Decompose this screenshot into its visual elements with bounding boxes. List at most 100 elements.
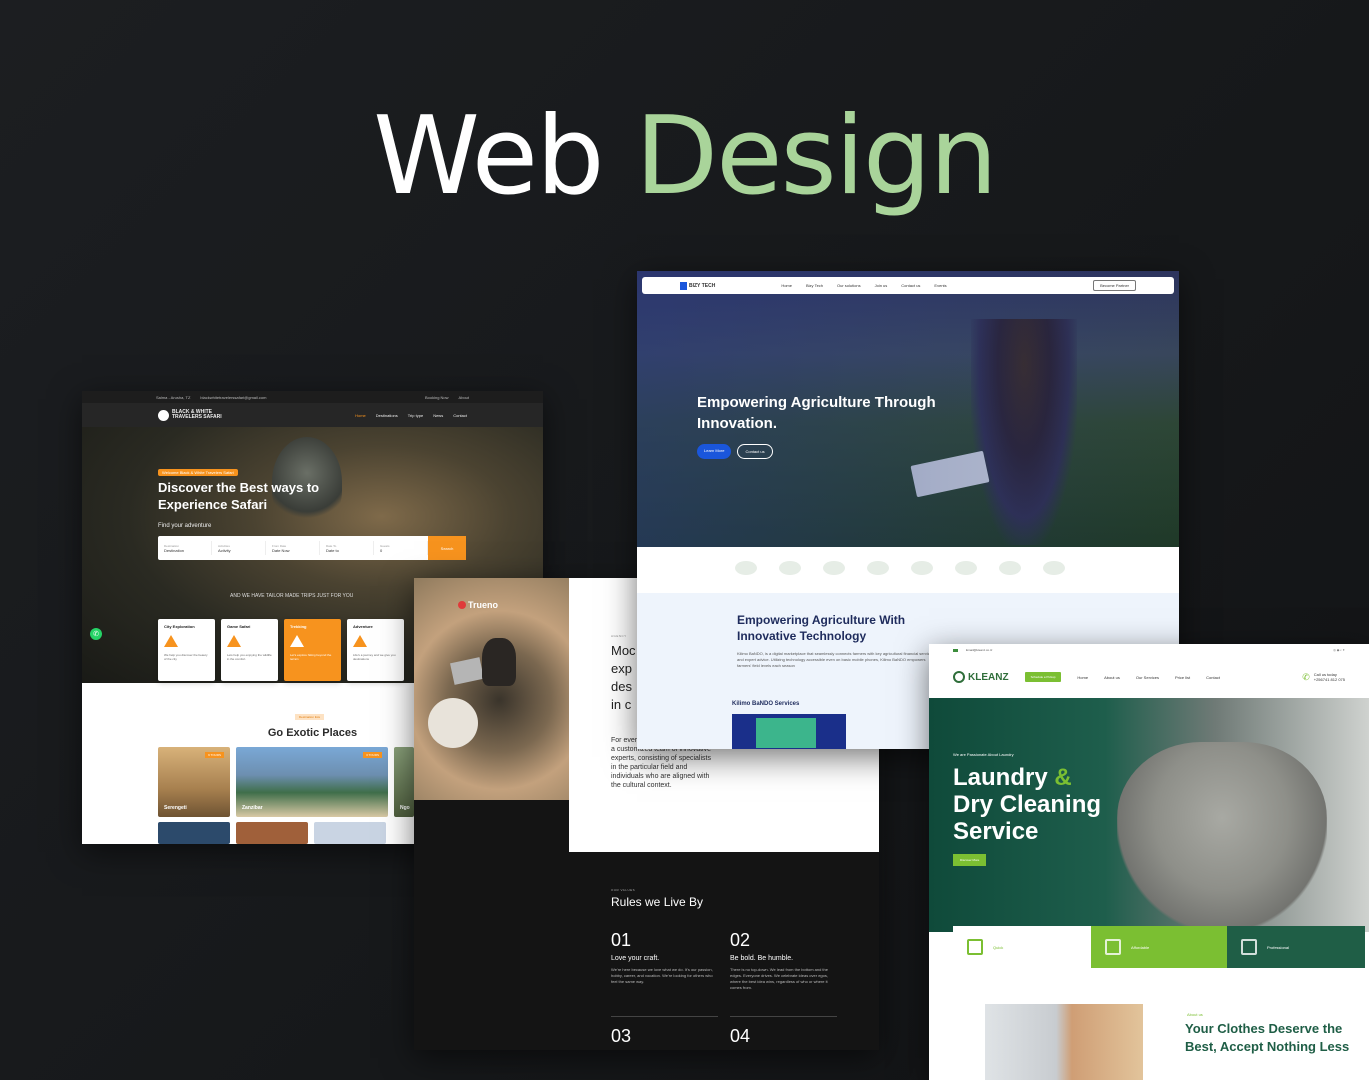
feature-professional: Professional xyxy=(1227,926,1365,968)
trip-card-city[interactable]: City Exploration We help you discover the… xyxy=(158,619,215,681)
person-image xyxy=(482,638,516,686)
place-card-serengeti[interactable]: 9 TOURS Serengeti xyxy=(158,747,230,817)
safari-to-date-field[interactable]: Date To Date to xyxy=(320,541,374,555)
safari-from-date-field[interactable]: From Date Date Now xyxy=(266,541,320,555)
bizy-nav-solutions[interactable]: Our solutions xyxy=(837,283,861,288)
safari-nav-destinations[interactable]: Destinations xyxy=(376,413,398,418)
partner-logo xyxy=(823,561,845,575)
partner-logo xyxy=(735,561,757,575)
affordable-icon xyxy=(1105,939,1121,955)
kleanz-about-label: About us xyxy=(1187,1012,1203,1017)
kleanz-about-section: About us Your Clothes Deserve the Best, … xyxy=(977,970,1369,1080)
bizy-navbar: BIZY TECH Home Bizy Tech Our solutions J… xyxy=(642,277,1174,294)
social-icons[interactable]: ◎ ◉ ♪ ✦ xyxy=(1333,648,1345,652)
place-card-zanzibar[interactable]: 3 TOURS Zanzibar xyxy=(236,747,388,817)
safari-places-row2 xyxy=(158,822,386,844)
safari-find-label: Find your adventure xyxy=(158,523,212,529)
safari-booking-link[interactable]: Booking Now xyxy=(425,395,449,400)
safari-email: blackwhitetravelerssafari@gmail.com xyxy=(200,394,267,400)
bizy-section-title: Empowering Agriculture With Innovative T… xyxy=(737,613,906,643)
safari-search-bar: Destination Destination Activities Activit… xyxy=(158,536,466,560)
safari-destination-field[interactable]: Destination Destination xyxy=(158,541,212,555)
kleanz-logo[interactable]: KLEANZ xyxy=(953,671,1009,683)
safari-nav-trip-type[interactable]: Trip type xyxy=(408,413,423,418)
safari-logo[interactable]: BLACK & WHITE TRAVELERS SAFARI xyxy=(158,409,222,421)
title-word-design: Design xyxy=(634,94,998,219)
trip-card-adventure[interactable]: Adventure Life's a journey and we give yo… xyxy=(347,619,404,681)
partner-logo xyxy=(999,561,1021,575)
trueno-agency-label: AGENCY xyxy=(611,634,627,638)
kleanz-nav-about[interactable]: About us xyxy=(1104,675,1120,680)
contact-us-button[interactable]: Contact us xyxy=(737,444,773,459)
kleanz-nav-price[interactable]: Price list xyxy=(1175,675,1190,680)
professional-icon xyxy=(1241,939,1257,955)
safari-nav-news[interactable]: News xyxy=(433,413,443,418)
bizy-section-text: Kilimo BaNDO, is a digital marketplace t… xyxy=(737,651,936,668)
quick-icon xyxy=(967,939,983,955)
bizy-service-card[interactable] xyxy=(732,714,846,749)
hiker-icon xyxy=(290,635,304,647)
trip-card-game[interactable]: Game Safari Lets help you enjoying the wi… xyxy=(221,619,278,681)
safari-welcome-badge: Welcome Black & White Travelers Safari xyxy=(158,469,238,476)
bizy-logo[interactable]: BIZY TECH xyxy=(680,281,715,290)
bizy-nav-events[interactable]: Events xyxy=(934,283,946,288)
place-thumb[interactable] xyxy=(314,822,386,844)
value-item-01: 01 Love your craft. We're here because we … xyxy=(611,930,713,984)
learn-more-button[interactable]: Learn More xyxy=(697,444,732,459)
call-us[interactable]: ✆ Call us today +256741 812 075 xyxy=(1302,672,1345,682)
safari-location: Salma - Arusha, TZ xyxy=(156,394,191,400)
safari-headline: Discover the Best ways to Experience Saf… xyxy=(158,480,320,512)
safari-tailor-text: AND WE HAVE TAILOR MADE TRIPS JUST FOR Y… xyxy=(230,593,354,599)
kleanz-nav-contact[interactable]: Contact xyxy=(1206,675,1220,680)
kleanz-email[interactable]: Email@kleanz.co.tz xyxy=(966,648,992,652)
whatsapp-icon[interactable]: ✆ xyxy=(90,628,102,640)
value-item-02: 02 Be bold. Be humble. There is no top-dow… xyxy=(730,930,828,990)
safari-activity-field[interactable]: Activities Activity xyxy=(212,541,266,555)
safari-nav-home[interactable]: Home xyxy=(355,413,366,418)
safari-places: 9 TOURS Serengeti 3 TOURS Zanzibar Ngo xyxy=(158,747,414,817)
bizy-nav-join[interactable]: Join us xyxy=(875,283,888,288)
kleanz-nav-home[interactable]: Home xyxy=(1077,675,1088,680)
safari-logo-icon xyxy=(158,409,169,421)
trip-card-trekking[interactable]: Trekking Let's explore hiking beyond the … xyxy=(284,619,341,681)
boy-laundry-image xyxy=(985,1004,1143,1080)
safari-guests-field[interactable]: Guests 0 xyxy=(374,541,428,555)
bizy-nav-bizy-tech[interactable]: Bizy Tech xyxy=(806,283,823,288)
kleanz-nav-services[interactable]: Our Services xyxy=(1136,675,1159,680)
safari-nav-contact[interactable]: Contact xyxy=(453,413,467,418)
kleanz-website-mockup: Email@kleanz.co.tz ◎ ◉ ♪ ✦ KLEANZ Schedu… xyxy=(929,644,1369,1080)
place-thumb[interactable] xyxy=(236,822,308,844)
safari-navbar: BLACK & WHITE TRAVELERS SAFARI Home Desti… xyxy=(82,403,543,427)
place-card-ngorongoro[interactable]: Ngo xyxy=(394,747,414,817)
trueno-logo[interactable]: Trueno xyxy=(458,600,498,610)
title-word-web: Web xyxy=(373,94,604,219)
bizy-nav-home[interactable]: Home xyxy=(781,283,792,288)
city-icon xyxy=(164,635,178,647)
trueno-agency-heading: Moc exp des in c xyxy=(611,643,636,712)
feature-affordable: Affordable xyxy=(1091,926,1227,968)
page-title: Web Design xyxy=(0,92,1369,222)
safari-trip-cards: City Exploration We help you discover the… xyxy=(158,619,404,681)
bizy-hero-buttons: Learn More Contact us xyxy=(697,444,773,459)
mail-icon xyxy=(953,648,958,652)
kleanz-topbar: Email@kleanz.co.tz ◎ ◉ ♪ ✦ xyxy=(929,644,1369,656)
kleanz-navbar: KLEANZ Schedule a Pickup Home About us O… xyxy=(929,656,1369,698)
become-partner-button[interactable]: Become Partner xyxy=(1093,280,1136,291)
partner-logo xyxy=(779,561,801,575)
divider xyxy=(611,1016,718,1017)
kleanz-hero-sub: We are Passionate About Laundry xyxy=(953,752,1014,757)
bizy-nav-contact[interactable]: Contact us xyxy=(901,283,920,288)
discover-more-button[interactable]: Discover More xyxy=(953,854,987,866)
partner-logo xyxy=(1043,561,1065,575)
bizy-headline: Empowering Agriculture Through Innovatio… xyxy=(697,394,936,432)
place-thumb[interactable] xyxy=(158,822,230,844)
laptop-image xyxy=(450,657,484,685)
safari-about-link[interactable]: About xyxy=(459,395,469,400)
safari-topbar: Salma - Arusha, TZ blackwhitetravelerssa… xyxy=(82,391,543,403)
safari-logo-line2: TRAVELERS SAFARI xyxy=(172,414,222,420)
trueno-values-label: OUR VALUES xyxy=(611,888,636,892)
safari-search-button[interactable]: Search xyxy=(428,536,466,560)
feature-quick: Quick xyxy=(953,926,1091,968)
bizy-logo-icon xyxy=(680,281,687,290)
schedule-pickup-button[interactable]: Schedule a Pickup xyxy=(1024,672,1062,682)
